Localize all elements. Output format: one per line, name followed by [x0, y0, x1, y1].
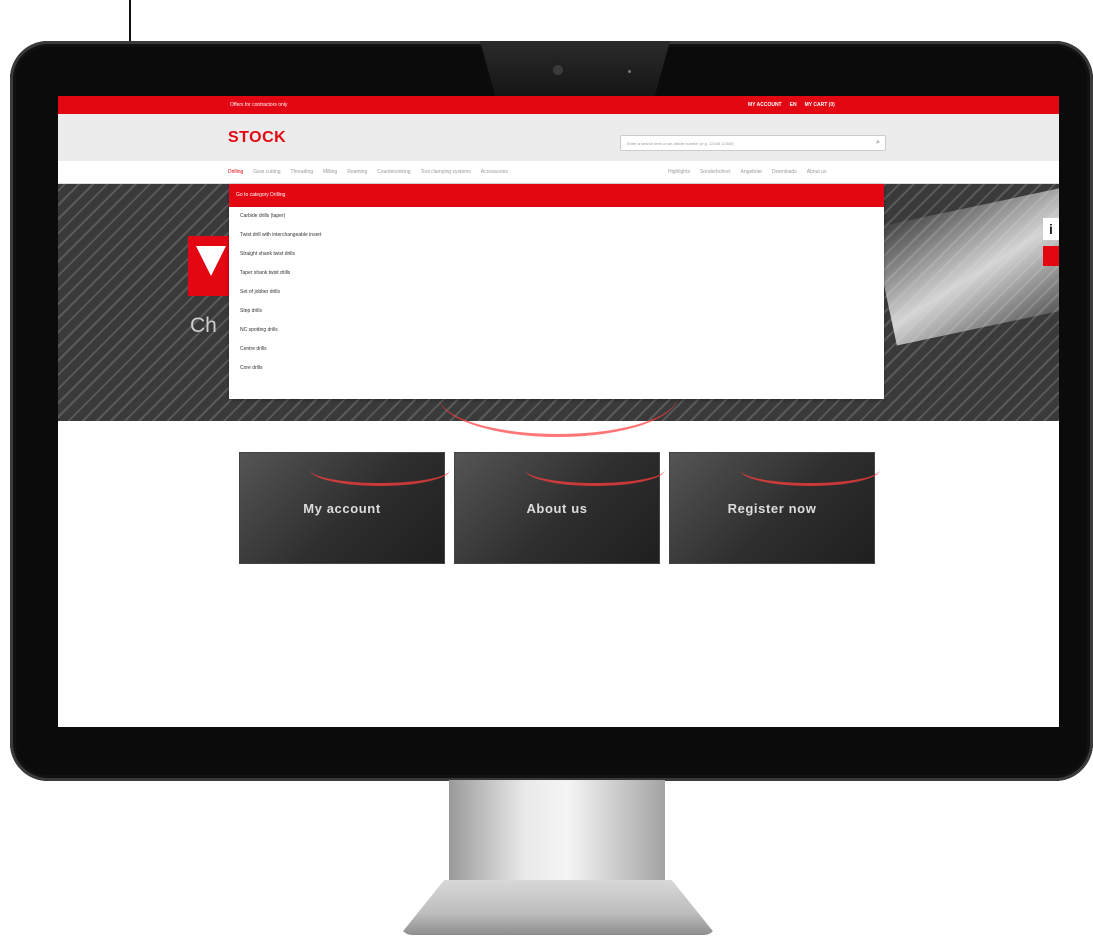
dropdown-item[interactable]: Taper shank twist drills — [229, 264, 884, 283]
top-bar: Offers for contractors only MY ACCOUNT E… — [58, 96, 1059, 114]
tile-label: Register now — [727, 501, 817, 516]
language-link[interactable]: EN — [790, 102, 797, 108]
nav-right: Highlights Sonderbohrer Angebote Downloa… — [668, 169, 826, 175]
nav-left: Drilling Gear cutting Threading Milling … — [228, 169, 508, 175]
dropdown-item[interactable]: Step drills — [229, 302, 884, 321]
side-red-button[interactable] — [1043, 246, 1059, 266]
site-header: STOCK Enter a search term or an article … — [58, 114, 1059, 161]
nav-item-downloads[interactable]: Downloads — [772, 169, 797, 175]
cart-link[interactable]: MY CART (0) — [805, 102, 835, 108]
nav-item-highlights[interactable]: Highlights — [668, 169, 690, 175]
dropdown-item[interactable]: Carbide drills (taper) — [229, 207, 884, 226]
nav-item-threading[interactable]: Threading — [291, 169, 314, 175]
info-icon[interactable]: i — [1043, 218, 1059, 240]
camera-icon — [553, 65, 563, 75]
monitor-top — [480, 41, 670, 96]
hero-headline: Ch — [190, 314, 217, 337]
nav-item-tool-clamping[interactable]: Tool clamping systems — [421, 169, 471, 175]
search-input[interactable]: Enter a search term or an article number… — [620, 135, 886, 151]
nav-item-drilling[interactable]: Drilling — [228, 169, 243, 175]
drilling-dropdown: Go to category Drilling Carbide drills (… — [229, 184, 884, 399]
top-bar-text: Offers for contractors only — [230, 102, 288, 108]
nav-item-reaming[interactable]: Reaming — [347, 169, 367, 175]
my-account-link[interactable]: MY ACCOUNT — [748, 102, 782, 108]
dropdown-list: Carbide drills (taper) Twist drill with … — [229, 207, 884, 378]
tile-streak — [740, 453, 880, 486]
tile-streak — [525, 453, 665, 486]
tile-streak — [310, 453, 450, 486]
dropdown-item[interactable]: Set of jobber drills — [229, 283, 884, 302]
nav-item-sonderbohrer[interactable]: Sonderbohrer — [700, 169, 731, 175]
tile-label: My account — [303, 501, 381, 516]
screen: Offers for contractors only MY ACCOUNT E… — [58, 96, 1059, 727]
hero-light — [871, 182, 1059, 346]
dropdown-item[interactable]: Core drills — [229, 359, 884, 378]
dropdown-item[interactable]: Twist drill with interchangeable insert — [229, 226, 884, 245]
top-bar-links: MY ACCOUNT EN MY CART (0) — [748, 102, 835, 108]
search-placeholder: Enter a search term or an article number… — [627, 141, 734, 146]
tile-row: My account About us Register now — [239, 452, 880, 564]
tile-my-account[interactable]: My account — [239, 452, 450, 564]
nav-item-angebote[interactable]: Angebote — [741, 169, 762, 175]
dropdown-header[interactable]: Go to category Drilling — [229, 184, 884, 207]
search-icon[interactable]: ⌕ — [876, 139, 880, 147]
sensor-icon — [628, 70, 631, 73]
monitor-stand-neck — [449, 780, 665, 890]
nav-item-accessories[interactable]: Accessories — [481, 169, 508, 175]
tile-about-us[interactable]: About us — [454, 452, 665, 564]
nav-item-gear-cutting[interactable]: Gear cutting — [253, 169, 280, 175]
nav-item-countersinking[interactable]: Countersinking — [377, 169, 410, 175]
nav-item-about-us[interactable]: About us — [807, 169, 827, 175]
brand-v-icon — [188, 236, 234, 296]
monitor-stand-base — [400, 880, 716, 935]
tile-label: About us — [526, 501, 588, 516]
nav-item-milling[interactable]: Milling — [323, 169, 337, 175]
main-nav: Drilling Gear cutting Threading Milling … — [58, 161, 1059, 184]
dropdown-item[interactable]: NC spotting drills — [229, 321, 884, 340]
stock-logo[interactable]: STOCK — [228, 129, 286, 147]
tile-register-now[interactable]: Register now — [669, 452, 880, 564]
dropdown-item[interactable]: Centre drills — [229, 340, 884, 359]
dropdown-item[interactable]: Straight shank twist drills — [229, 245, 884, 264]
